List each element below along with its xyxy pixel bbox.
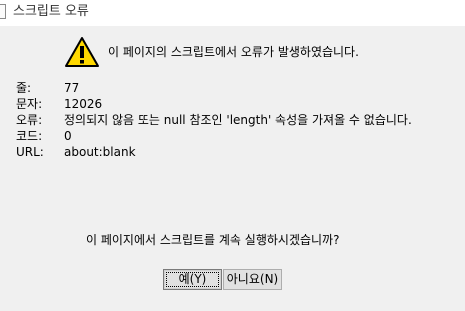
detail-value: 0 — [64, 129, 72, 143]
detail-label: URL: — [16, 145, 44, 159]
detail-value: 정의되지 않음 또는 null 참조인 'length' 속성을 가져올 수 없… — [64, 113, 412, 127]
detail-value: 77 — [64, 81, 80, 95]
error-message: 이 페이지의 스크립트에서 오류가 발생하였습니다. — [108, 45, 359, 59]
no-button[interactable]: 아니요(N) — [223, 269, 282, 290]
detail-label: 코드: — [16, 129, 43, 143]
yes-button[interactable]: 예(Y) — [163, 269, 222, 290]
script-error-dialog: 스크립트 오류 이 페이지의 스크립트에서 오류가 발생하였습니다. 줄: 77… — [0, 0, 465, 311]
detail-label: 문자: — [16, 97, 43, 111]
detail-value: about:blank — [64, 145, 136, 159]
page-icon — [0, 4, 6, 19]
title-bar[interactable]: 스크립트 오류 — [0, 0, 465, 26]
detail-value: 12026 — [64, 97, 103, 111]
detail-label: 오류: — [16, 113, 43, 127]
warning-icon — [65, 37, 99, 67]
continue-question: 이 페이지에서 스크립트를 계속 실행하시겠습니까? — [86, 233, 340, 247]
dialog-title: 스크립트 오류 — [13, 4, 89, 19]
detail-label: 줄: — [16, 81, 32, 95]
